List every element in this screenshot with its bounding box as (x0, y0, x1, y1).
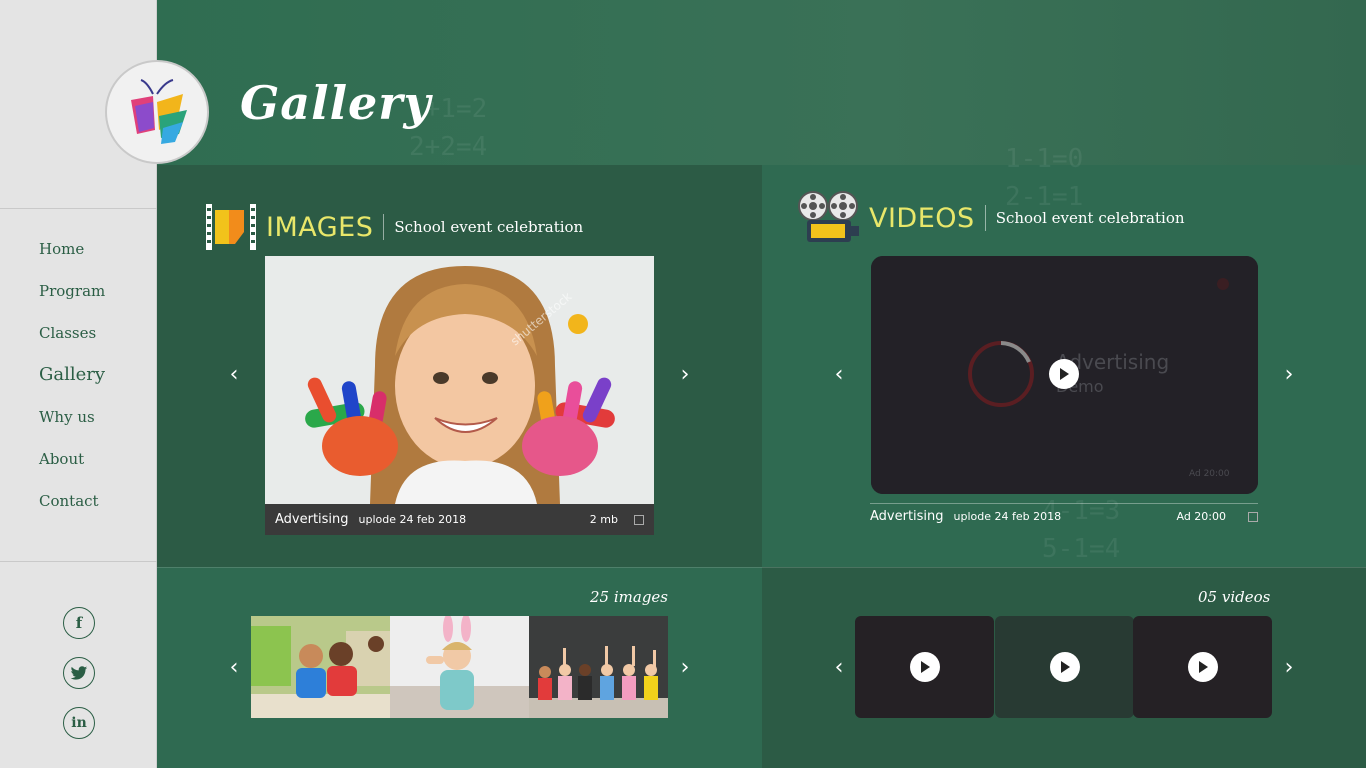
main-nav: Home Program Classes Gallery Why us Abou… (39, 238, 105, 532)
images-subtitle: School event celebration (394, 218, 584, 236)
chalk-math: 4-1=3 5-1=4 (1042, 496, 1121, 564)
classroom-kids-thumbnail (529, 616, 668, 718)
featured-image[interactable]: shutterstock (265, 256, 654, 504)
nav-item-home[interactable]: Home (39, 238, 105, 280)
images-heading: IMAGES School event celebration (204, 202, 583, 252)
video-select-checkbox[interactable] (1248, 511, 1258, 522)
nav-item-program[interactable]: Program (39, 280, 105, 322)
linkedin-icon[interactable]: in (63, 707, 95, 739)
play-button[interactable] (909, 652, 940, 682)
facebook-icon[interactable]: f (63, 607, 95, 639)
images-next-arrow[interactable]: › (677, 362, 693, 387)
video-thumbnail[interactable] (1133, 616, 1272, 718)
play-button[interactable] (1049, 652, 1080, 682)
images-title: IMAGES (266, 211, 374, 243)
sidebar-divider (0, 561, 157, 562)
page-title: Gallery (240, 76, 432, 130)
videos-count: 05 videos (1198, 588, 1271, 606)
bunny-ears-girl-thumbnail (390, 616, 529, 718)
play-icon (920, 661, 930, 673)
image-thumbnail[interactable] (390, 616, 529, 718)
twitter-icon[interactable] (63, 657, 95, 689)
videos-prev-arrow[interactable]: ‹ (831, 362, 847, 387)
video-ad-time: Ad 20:00 (1189, 469, 1230, 479)
play-icon (1060, 368, 1069, 380)
image-strip-next-arrow[interactable]: › (677, 655, 693, 680)
play-icon (1060, 661, 1070, 673)
play-icon (1198, 661, 1208, 673)
logo[interactable] (105, 60, 209, 164)
videos-title: VIDEOS (869, 202, 975, 234)
nav-item-about[interactable]: About (39, 448, 105, 490)
videos-next-arrow[interactable]: › (1281, 362, 1297, 387)
kids-playing-thumbnail (251, 616, 390, 718)
nav-item-why-us[interactable]: Why us (39, 406, 105, 448)
facebook-glyph: f (75, 614, 83, 632)
butterfly-book-icon (131, 79, 187, 144)
girl-painted-hands-image: shutterstock (265, 256, 654, 504)
image-thumbnail[interactable] (251, 616, 390, 718)
image-file-size: 2 mb (589, 513, 618, 526)
image-caption-title: Advertising (275, 512, 349, 527)
linkedin-glyph: in (71, 715, 87, 731)
movie-camera-icon (798, 191, 859, 242)
video-strip-next-arrow[interactable]: › (1281, 655, 1297, 680)
video-thumbnail[interactable] (995, 616, 1134, 718)
chalk-math: 1-1=0 2-1=1 (1005, 144, 1084, 212)
featured-video-player[interactable]: Advertising Demo Ad 20:00 (871, 256, 1258, 494)
video-ad-duration: Ad 20:00 (1176, 510, 1226, 523)
image-select-checkbox[interactable] (634, 514, 644, 525)
play-button[interactable] (1187, 652, 1218, 682)
image-thumbnail[interactable] (529, 616, 668, 718)
nav-item-gallery[interactable]: Gallery (39, 364, 105, 406)
image-caption-bar: Advertising uplode 24 feb 2018 2 mb (265, 504, 654, 535)
play-button[interactable] (1049, 359, 1079, 389)
images-count: 25 images (590, 588, 668, 606)
video-caption-title: Advertising (870, 509, 944, 524)
film-strip-icon (206, 204, 256, 250)
image-caption-date: uplode 24 feb 2018 (358, 513, 467, 526)
videos-heading: VIDEOS School event celebration (797, 190, 1185, 246)
nav-item-contact[interactable]: Contact (39, 490, 105, 532)
video-strip-prev-arrow[interactable]: ‹ (831, 655, 847, 680)
images-prev-arrow[interactable]: ‹ (226, 362, 242, 387)
sidebar-divider (0, 208, 157, 209)
heading-divider (984, 205, 986, 231)
image-strip-prev-arrow[interactable]: ‹ (226, 655, 242, 680)
heading-divider (383, 214, 385, 240)
video-thumbnail[interactable] (855, 616, 994, 718)
nav-item-classes[interactable]: Classes (39, 322, 105, 364)
twitter-bird (70, 665, 88, 680)
